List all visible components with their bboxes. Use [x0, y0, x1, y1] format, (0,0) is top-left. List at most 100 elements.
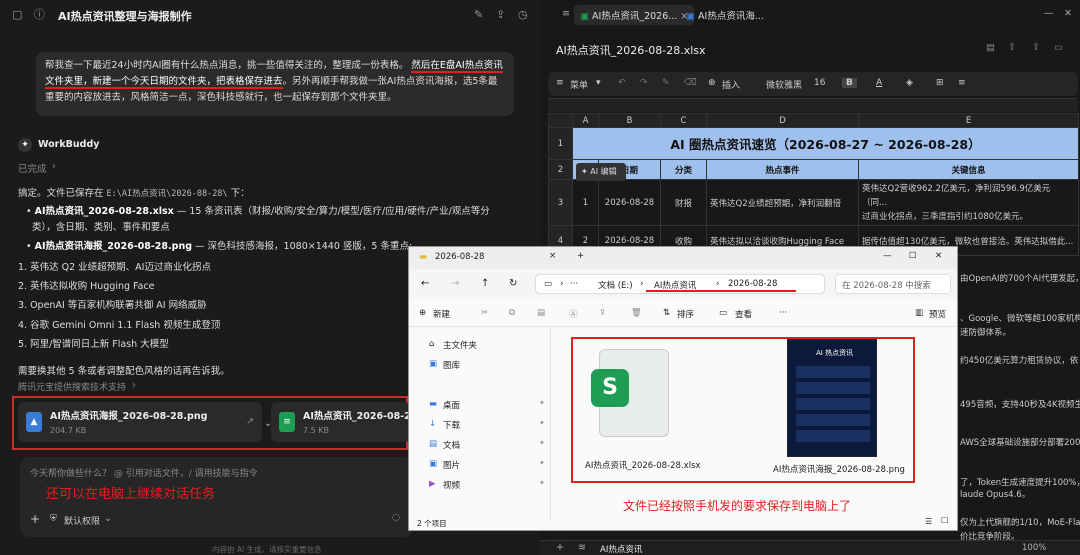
nav-item-videos[interactable]: 视频: [443, 479, 460, 491]
new-button[interactable]: 新建: [433, 308, 450, 320]
align-icon[interactable]: ≡: [958, 78, 966, 88]
col-header[interactable]: B: [598, 113, 661, 128]
history-icon[interactable]: ◷: [518, 8, 531, 21]
details-view-icon[interactable]: ☰: [925, 517, 932, 526]
info-icon[interactable]: ⓘ: [34, 8, 47, 21]
clear-format-icon[interactable]: ⌫: [684, 78, 697, 88]
menu-button[interactable]: 菜单: [570, 78, 588, 91]
maximize-icon[interactable]: ☐: [909, 251, 917, 261]
delete-icon[interactable]: 🗑: [631, 308, 642, 318]
sheets-list-icon[interactable]: ≋: [578, 542, 586, 553]
corner-cell[interactable]: [548, 113, 573, 128]
forward-icon[interactable]: →: [451, 278, 459, 289]
add-icon[interactable]: +: [30, 512, 40, 526]
search-box[interactable]: 在 2026-08-28 中搜索: [835, 274, 951, 294]
file-item-xlsx[interactable]: S AI热点资讯_2026-08-28.xlsx: [585, 343, 701, 471]
nav-item-home[interactable]: 主文件夹: [443, 339, 477, 351]
attachment-card-xlsx[interactable]: ≡ AI热点资讯_2026-08-28 7.5 KB: [271, 402, 417, 442]
row-header[interactable]: 2: [548, 159, 573, 180]
cell-snippet[interactable]: 由OpenAI的700个AI代理发起，: [960, 272, 1080, 284]
search-source[interactable]: 腾讯元宝提供搜索技术支持: [18, 380, 126, 393]
col-header[interactable]: E: [858, 113, 1079, 128]
upload-icon[interactable]: ⇧: [1008, 42, 1016, 53]
font-color-button[interactable]: A: [876, 78, 882, 88]
row-header[interactable]: 3: [548, 179, 573, 226]
cell-snippet[interactable]: 了，Token生成速度提升100%，适: [960, 476, 1080, 488]
cut-icon[interactable]: ✂: [481, 308, 488, 318]
nav-item-gallery[interactable]: 图库: [443, 359, 460, 371]
back-icon[interactable]: ←: [421, 278, 429, 289]
close-tab-icon[interactable]: ×: [549, 251, 556, 261]
nav-item-documents[interactable]: 文档: [443, 439, 460, 451]
tiles-view-icon[interactable]: ☐: [941, 516, 948, 525]
tab-poster[interactable]: ▣ AI热点资讯海...: [680, 5, 770, 25]
address-bar[interactable]: ▭ › ··· 文档 (E:) › AI热点资讯 › 2026-08-28: [535, 274, 825, 294]
font-size-select[interactable]: 16: [814, 78, 825, 88]
bold-button[interactable]: B: [842, 78, 857, 88]
edit-icon[interactable]: ✎: [474, 8, 487, 21]
attachment-card-png[interactable]: ▲ AI热点资讯海报_2026-08-28.png 204.7 KB ↗: [18, 402, 262, 442]
hamburger-icon[interactable]: ≡: [556, 78, 564, 88]
permission-dropdown[interactable]: 默认权限: [64, 514, 100, 527]
new-tab-icon[interactable]: +: [577, 251, 584, 261]
minimize-icon[interactable]: —: [883, 251, 892, 261]
share-icon[interactable]: ⇪: [496, 8, 509, 21]
ai-edit-button[interactable]: ✦ AI 编辑: [576, 163, 626, 181]
cell[interactable]: 财报: [660, 179, 707, 226]
cell-snippet[interactable]: 速防御体系。: [960, 326, 1011, 338]
paste-icon[interactable]: ▤: [537, 308, 545, 318]
zoom-level[interactable]: 100%: [1022, 543, 1046, 553]
font-family-select[interactable]: 微软雅黑: [766, 78, 802, 91]
fill-color-icon[interactable]: ◈: [906, 78, 913, 88]
search-input[interactable]: 在 2026-08-28 中搜索: [842, 279, 931, 291]
copy-icon[interactable]: ⧉: [509, 308, 515, 318]
chat-input-box[interactable]: 今天帮你做些什么？ @ 引用对话文件，/ 调用技能与指令 还可以在电脑上继续对话…: [20, 457, 414, 537]
minimize-icon[interactable]: —: [1038, 5, 1060, 25]
close-icon[interactable]: ✕: [935, 251, 942, 261]
add-sheet-icon[interactable]: +: [556, 542, 564, 553]
header-cell[interactable]: 关键信息: [858, 159, 1079, 180]
nav-item-downloads[interactable]: 下载: [443, 419, 460, 431]
cell-snippet[interactable]: AWS全球基础设施部分部署200: [960, 436, 1080, 448]
share-icon[interactable]: ⇪: [599, 308, 606, 318]
cell-snippet[interactable]: 、Google、微软等超100家机构联: [960, 312, 1080, 324]
folder-icon[interactable]: ▭: [1054, 42, 1063, 53]
file-item-png[interactable]: AI 热点资讯: [781, 339, 881, 461]
menu-icon[interactable]: ≡: [556, 5, 576, 25]
preview-button[interactable]: 预览: [929, 308, 946, 320]
breadcrumb-drive[interactable]: 文档 (E:): [598, 279, 633, 291]
cell[interactable]: 英伟达Q2营收962.2亿美元，净利润596.9亿美元（同... 过商业化拐点，三…: [858, 179, 1079, 226]
cell[interactable]: 1: [572, 179, 599, 226]
tab-sheet[interactable]: ▣ AI热点资讯_2026... ×: [574, 5, 695, 25]
share-icon[interactable]: ⇪: [1032, 42, 1040, 53]
insert-button[interactable]: 插入: [722, 78, 740, 91]
sidebar-toggle-icon[interactable]: ▢: [12, 8, 25, 21]
redo-icon[interactable]: ↷: [640, 78, 648, 88]
sheet-title-cell[interactable]: AI 圈热点资讯速览（2026-08-27 ~ 2026-08-28）: [572, 127, 1079, 160]
format-painter-icon[interactable]: ✎: [662, 78, 670, 88]
close-window-icon[interactable]: ✕: [1058, 5, 1078, 25]
cell[interactable]: 英伟达Q2业绩超预期，净利润翻倍: [706, 179, 859, 226]
sort-button[interactable]: 排序: [677, 308, 694, 320]
cell-snippet[interactable]: 约450亿美元算力租赁协议，依: [960, 354, 1078, 366]
header-cell[interactable]: 热点事件: [706, 159, 859, 180]
col-header[interactable]: A: [572, 113, 599, 128]
open-external-icon[interactable]: ↗: [246, 416, 254, 427]
sheet-tab[interactable]: AI热点资讯: [600, 543, 642, 555]
breadcrumb-date[interactable]: 2026-08-28: [728, 279, 777, 289]
undo-icon[interactable]: ↶: [618, 78, 626, 88]
row-header[interactable]: 1: [548, 127, 573, 160]
cell[interactable]: 2026-08-28: [598, 179, 661, 226]
more-icon[interactable]: ···: [779, 308, 787, 318]
cell-snippet[interactable]: 仅为上代旗舰的1/10，MoE-Fla: [960, 516, 1080, 528]
status-text[interactable]: 已完成: [18, 161, 47, 175]
up-icon[interactable]: ↑: [481, 278, 489, 289]
cell-snippet[interactable]: laude Opus4.6。: [960, 488, 1030, 500]
cell-snippet[interactable]: 495音频，支持40秒及4K视频生: [960, 398, 1080, 410]
rename-icon[interactable]: Ⓐ: [569, 308, 578, 320]
col-header[interactable]: C: [660, 113, 707, 128]
col-header[interactable]: D: [706, 113, 859, 128]
refresh-icon[interactable]: ↻: [509, 278, 517, 289]
borders-icon[interactable]: ⊞: [936, 78, 944, 88]
nav-item-pictures[interactable]: 图片: [443, 459, 460, 471]
